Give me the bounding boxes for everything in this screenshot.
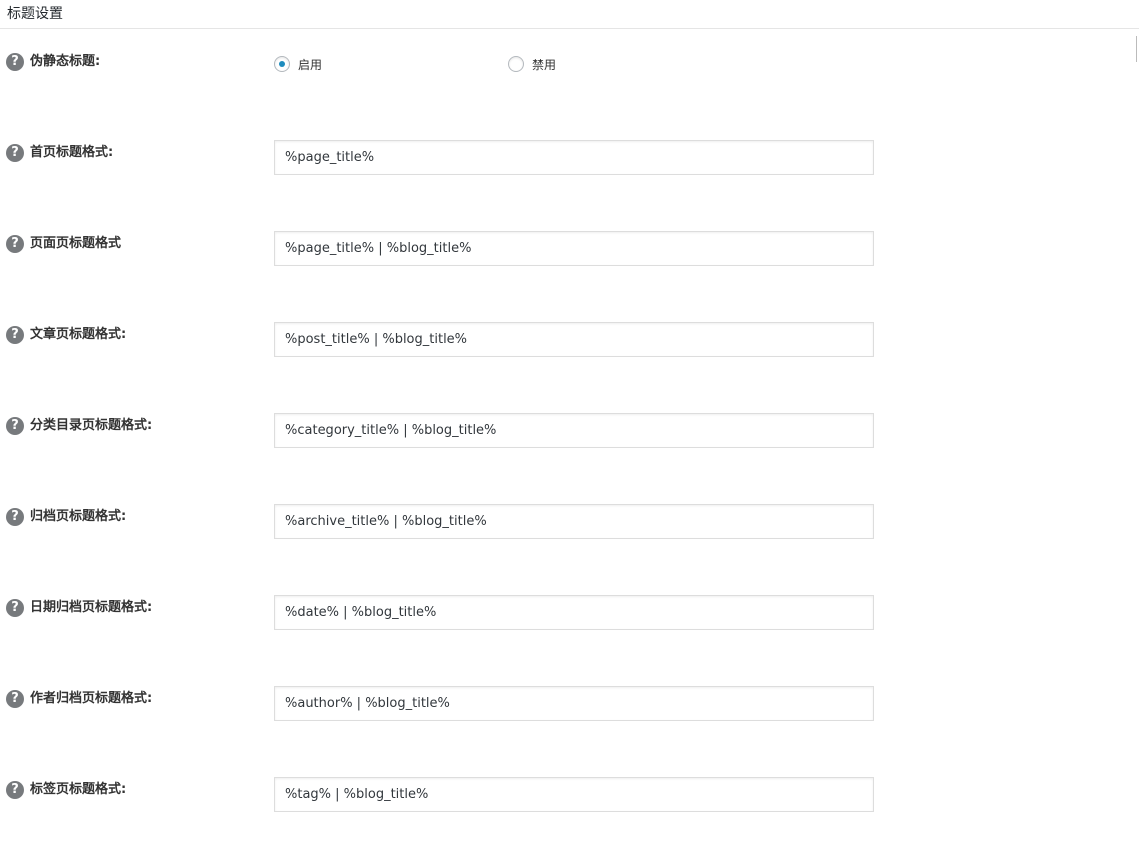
field-label-author: 作者归档页标题格式:	[30, 691, 153, 706]
row-home-title: ? 首页标题格式:	[0, 140, 1139, 176]
radio-option-disable[interactable]: 禁用	[508, 55, 556, 73]
row-category-title: ? 分类目录页标题格式:	[0, 413, 1139, 449]
row-date-title: ? 日期归档页标题格式:	[0, 595, 1139, 631]
radio-label-disable: 禁用	[532, 57, 557, 72]
section-header: 标题设置	[0, 0, 1139, 29]
radio-option-enable[interactable]: 启用	[274, 55, 322, 73]
archive-title-input[interactable]	[274, 504, 874, 539]
row-post-title: ? 文章页标题格式:	[0, 322, 1139, 358]
category-title-input[interactable]	[274, 413, 874, 448]
help-icon[interactable]: ?	[6, 690, 24, 708]
help-icon[interactable]: ?	[6, 53, 24, 71]
row-tag-title: ? 标签页标题格式:	[0, 777, 1139, 813]
field-label-post: 文章页标题格式:	[30, 327, 127, 342]
radio-disable[interactable]	[508, 56, 524, 72]
field-label-category: 分类目录页标题格式:	[30, 418, 153, 433]
help-icon[interactable]: ?	[6, 144, 24, 162]
row-author-title: ? 作者归档页标题格式:	[0, 686, 1139, 722]
post-title-input[interactable]	[274, 322, 874, 357]
help-icon[interactable]: ?	[6, 508, 24, 526]
page-title-input[interactable]	[274, 231, 874, 266]
field-label-date: 日期归档页标题格式:	[30, 600, 153, 615]
field-label-home: 首页标题格式:	[30, 145, 114, 160]
date-title-input[interactable]	[274, 595, 874, 630]
field-label-pseudo-static: 伪静态标题:	[30, 54, 101, 69]
help-icon[interactable]: ?	[6, 417, 24, 435]
help-icon[interactable]: ?	[6, 326, 24, 344]
row-page-title: ? 页面页标题格式	[0, 231, 1139, 267]
help-icon[interactable]: ?	[6, 235, 24, 253]
field-label-tag: 标签页标题格式:	[30, 782, 127, 797]
field-label-page: 页面页标题格式	[30, 236, 122, 251]
help-icon[interactable]: ?	[6, 599, 24, 617]
tag-title-input[interactable]	[274, 777, 874, 812]
field-label-archive: 归档页标题格式:	[30, 509, 127, 524]
help-icon[interactable]: ?	[6, 781, 24, 799]
author-title-input[interactable]	[274, 686, 874, 721]
radio-enable[interactable]	[274, 56, 290, 72]
row-archive-title: ? 归档页标题格式:	[0, 504, 1139, 540]
section-title: 标题设置	[7, 6, 63, 22]
radio-label-enable: 启用	[298, 57, 323, 72]
home-title-input[interactable]	[274, 140, 874, 175]
row-pseudo-static: ? 伪静态标题: 启用 禁用	[0, 52, 1139, 88]
